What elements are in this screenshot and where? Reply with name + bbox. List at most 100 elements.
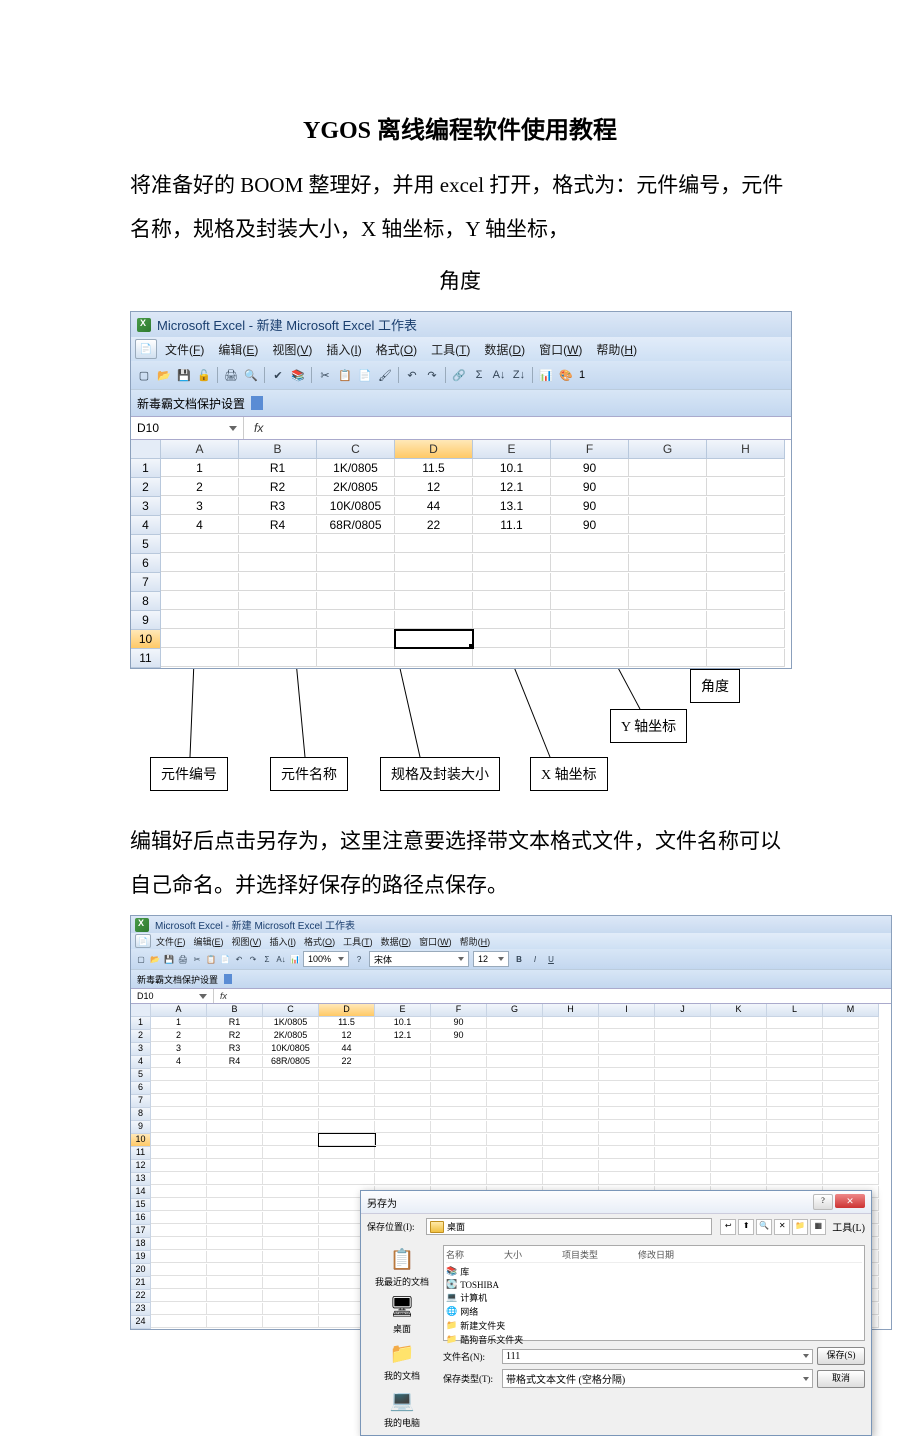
- cell[interactable]: [823, 1043, 879, 1055]
- row-header[interactable]: 23: [131, 1303, 151, 1316]
- cancel-button[interactable]: 取消: [817, 1370, 865, 1388]
- cell[interactable]: [707, 535, 785, 553]
- undo-icon[interactable]: ↶: [403, 366, 421, 384]
- cell[interactable]: [395, 592, 473, 610]
- paste-icon[interactable]: 📄: [356, 366, 374, 384]
- file-list[interactable]: 名称 大小 项目类型 修改日期 📚库💽TOSHIBA💻计算机🌐网络📁新建文件夹📁…: [443, 1245, 865, 1341]
- col-header[interactable]: H: [707, 440, 785, 459]
- cell[interactable]: [487, 1082, 543, 1094]
- cell[interactable]: [207, 1134, 263, 1146]
- row-header[interactable]: 7: [131, 1095, 151, 1108]
- cell[interactable]: [207, 1108, 263, 1120]
- cell[interactable]: [487, 1173, 543, 1185]
- cell[interactable]: [473, 573, 551, 591]
- cell[interactable]: [655, 1069, 711, 1081]
- cell[interactable]: [707, 611, 785, 629]
- cell[interactable]: [395, 611, 473, 629]
- workbook-icon[interactable]: 📄: [135, 339, 157, 359]
- cell[interactable]: [629, 611, 707, 629]
- cell[interactable]: [319, 1121, 375, 1133]
- save-icon[interactable]: 💾: [175, 366, 193, 384]
- cell[interactable]: R3: [239, 497, 317, 515]
- cell[interactable]: [207, 1277, 263, 1289]
- cell[interactable]: [431, 1043, 487, 1055]
- cell[interactable]: [317, 630, 395, 648]
- copy-icon[interactable]: 📋: [336, 366, 354, 384]
- cell[interactable]: 1K/0805: [317, 459, 395, 477]
- cell[interactable]: [319, 1173, 375, 1185]
- cell[interactable]: R1: [239, 459, 317, 477]
- location-select[interactable]: 桌面: [426, 1218, 712, 1235]
- cell[interactable]: [395, 535, 473, 553]
- row-header[interactable]: 19: [131, 1251, 151, 1264]
- cell[interactable]: [151, 1121, 207, 1133]
- cell[interactable]: [711, 1056, 767, 1068]
- cell[interactable]: [487, 1134, 543, 1146]
- save-icon[interactable]: 💾: [163, 953, 175, 965]
- row-header[interactable]: 21: [131, 1277, 151, 1290]
- cell[interactable]: 2: [151, 1030, 207, 1042]
- cell[interactable]: [431, 1147, 487, 1159]
- menu-H[interactable]: 帮助(H): [590, 339, 643, 360]
- cell[interactable]: [151, 1225, 207, 1237]
- copy-icon[interactable]: 📋: [205, 953, 217, 965]
- cell[interactable]: [317, 592, 395, 610]
- col-header[interactable]: F: [431, 1004, 487, 1017]
- font-name-select[interactable]: 宋体: [369, 951, 469, 967]
- row-header[interactable]: 10: [131, 1134, 151, 1147]
- cell[interactable]: [263, 1173, 319, 1185]
- cell[interactable]: [473, 592, 551, 610]
- cell[interactable]: [823, 1160, 879, 1172]
- cell[interactable]: 90: [551, 478, 629, 496]
- cell[interactable]: [487, 1160, 543, 1172]
- close-button[interactable]: ✕: [835, 1194, 865, 1208]
- cell[interactable]: [767, 1173, 823, 1185]
- cell[interactable]: 68R/0805: [263, 1056, 319, 1068]
- cell[interactable]: [655, 1147, 711, 1159]
- new-folder-icon[interactable]: 📁: [792, 1219, 808, 1235]
- cell[interactable]: [629, 478, 707, 496]
- sort-desc-icon[interactable]: Z↓: [510, 366, 528, 384]
- research-icon[interactable]: 📚: [289, 366, 307, 384]
- cell[interactable]: [375, 1173, 431, 1185]
- cell[interactable]: [767, 1043, 823, 1055]
- row-header[interactable]: 1: [131, 459, 161, 478]
- file-item[interactable]: 🌐网络: [446, 1305, 862, 1319]
- cell[interactable]: [375, 1095, 431, 1107]
- cell[interactable]: 22: [395, 516, 473, 534]
- menu-W[interactable]: 窗口(W): [533, 339, 588, 360]
- cell[interactable]: [207, 1082, 263, 1094]
- cell[interactable]: [599, 1173, 655, 1185]
- back-icon[interactable]: ↩: [720, 1219, 736, 1235]
- cut-icon[interactable]: ✂: [316, 366, 334, 384]
- cell[interactable]: [473, 630, 551, 648]
- col-header[interactable]: A: [161, 440, 239, 459]
- cell[interactable]: [431, 1173, 487, 1185]
- cell[interactable]: R4: [207, 1056, 263, 1068]
- cell[interactable]: [263, 1264, 319, 1276]
- cell[interactable]: [707, 497, 785, 515]
- places-item[interactable]: 📁我的文档: [367, 1339, 437, 1382]
- cell[interactable]: [319, 1147, 375, 1159]
- row-header[interactable]: 11: [131, 1147, 151, 1160]
- cell[interactable]: 44: [319, 1043, 375, 1055]
- dropdown-icon[interactable]: [224, 974, 232, 984]
- cell[interactable]: [151, 1290, 207, 1302]
- cell[interactable]: [711, 1173, 767, 1185]
- cell[interactable]: [151, 1108, 207, 1120]
- cell[interactable]: [543, 1030, 599, 1042]
- cell[interactable]: [767, 1082, 823, 1094]
- cell[interactable]: 3: [161, 497, 239, 515]
- cell[interactable]: [711, 1121, 767, 1133]
- file-item[interactable]: 📚库: [446, 1265, 862, 1279]
- cell[interactable]: [599, 1160, 655, 1172]
- cell[interactable]: [395, 630, 473, 648]
- cell[interactable]: [151, 1095, 207, 1107]
- cell[interactable]: [431, 1108, 487, 1120]
- menu-F[interactable]: 文件(F): [159, 339, 210, 360]
- cell[interactable]: [599, 1121, 655, 1133]
- row-header[interactable]: 9: [131, 611, 161, 630]
- file-item[interactable]: 💽TOSHIBA: [446, 1279, 862, 1291]
- row-header[interactable]: 1: [131, 1017, 151, 1030]
- cell[interactable]: [551, 649, 629, 667]
